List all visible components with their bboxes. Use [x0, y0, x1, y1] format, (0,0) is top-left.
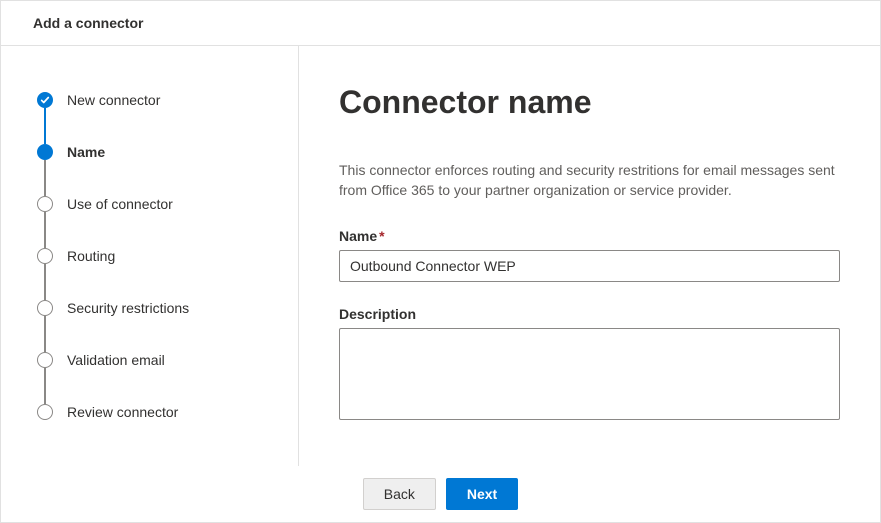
step-routing[interactable]: Routing	[37, 230, 278, 282]
description-label: Description	[339, 306, 840, 322]
name-label: Name*	[339, 228, 840, 244]
step-label: Routing	[67, 248, 115, 264]
step-connector-line	[44, 108, 46, 144]
description-textarea[interactable]	[339, 328, 840, 420]
pending-step-icon	[37, 248, 53, 264]
wizard-steps-sidebar: New connector Name Use of connector Rout…	[1, 46, 299, 466]
step-label: Security restrictions	[67, 300, 189, 316]
step-label: Use of connector	[67, 196, 173, 212]
step-label: New connector	[67, 92, 160, 108]
step-new-connector[interactable]: New connector	[37, 74, 278, 126]
pending-step-icon	[37, 352, 53, 368]
main-content: Connector name This connector enforces r…	[299, 46, 880, 466]
page-description: This connector enforces routing and secu…	[339, 161, 840, 200]
pending-step-icon	[37, 196, 53, 212]
step-connector-line	[44, 160, 46, 196]
step-security-restrictions[interactable]: Security restrictions	[37, 282, 278, 334]
step-connector-line	[44, 264, 46, 300]
step-name[interactable]: Name	[37, 126, 278, 178]
page-title: Connector name	[339, 84, 840, 121]
step-review-connector[interactable]: Review connector	[37, 386, 278, 438]
checkmark-icon	[37, 92, 53, 108]
step-label: Validation email	[67, 352, 165, 368]
current-step-icon	[37, 144, 53, 160]
step-connector-line	[44, 368, 46, 404]
name-field-group: Name*	[339, 228, 840, 282]
step-label: Name	[67, 144, 105, 160]
header-title: Add a connector	[33, 15, 143, 31]
description-field-group: Description	[339, 306, 840, 425]
page-header: Add a connector	[1, 1, 880, 46]
back-button[interactable]: Back	[363, 478, 436, 510]
step-use-of-connector[interactable]: Use of connector	[37, 178, 278, 230]
step-validation-email[interactable]: Validation email	[37, 334, 278, 386]
step-label: Review connector	[67, 404, 178, 420]
step-connector-line	[44, 316, 46, 352]
wizard-footer: Back Next	[1, 466, 880, 522]
pending-step-icon	[37, 300, 53, 316]
step-connector-line	[44, 212, 46, 248]
name-input[interactable]	[339, 250, 840, 282]
required-asterisk: *	[379, 228, 384, 244]
pending-step-icon	[37, 404, 53, 420]
next-button[interactable]: Next	[446, 478, 518, 510]
